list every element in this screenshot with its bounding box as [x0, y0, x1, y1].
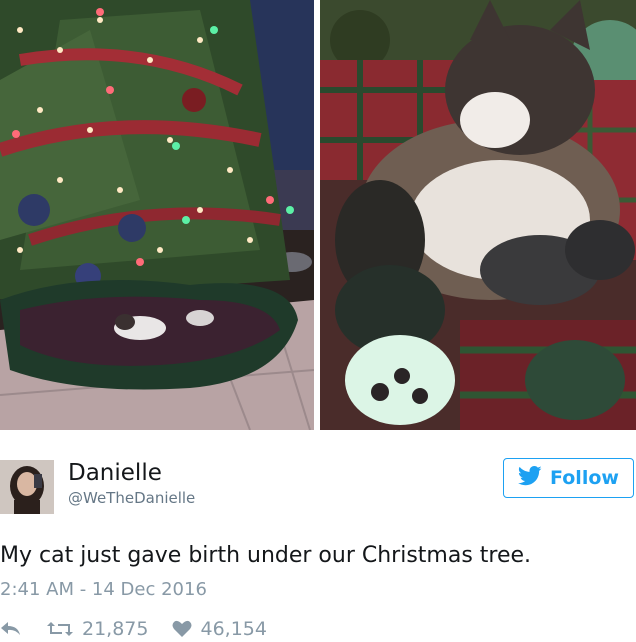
reply-icon — [0, 621, 22, 637]
tweet-media — [0, 0, 636, 430]
heart-icon — [172, 620, 192, 638]
twitter-bird-icon — [518, 465, 542, 491]
display-name[interactable]: Danielle — [68, 460, 162, 486]
follow-button[interactable]: Follow — [503, 458, 634, 498]
tweet-text: My cat just gave birth under our Christm… — [0, 543, 532, 568]
tweet-timestamp[interactable]: 2:41 AM - 14 Dec 2016 — [0, 579, 207, 600]
retweet-count: 21,875 — [82, 618, 149, 640]
reply-button[interactable] — [0, 621, 22, 637]
like-button[interactable]: 46,154 — [172, 618, 267, 640]
like-count: 46,154 — [200, 618, 267, 640]
tweet-actions: 21,875 46,154 — [0, 616, 267, 642]
user-handle[interactable]: @WeTheDanielle — [68, 489, 195, 507]
retweet-icon — [46, 620, 74, 638]
avatar[interactable] — [0, 460, 54, 514]
mother-cat-photo[interactable] — [320, 0, 636, 430]
retweet-button[interactable]: 21,875 — [46, 618, 148, 640]
tweet-header: Danielle @WeTheDanielle Follow — [0, 455, 636, 515]
follow-label: Follow — [550, 467, 619, 489]
christmas-tree-photo[interactable] — [0, 0, 314, 430]
